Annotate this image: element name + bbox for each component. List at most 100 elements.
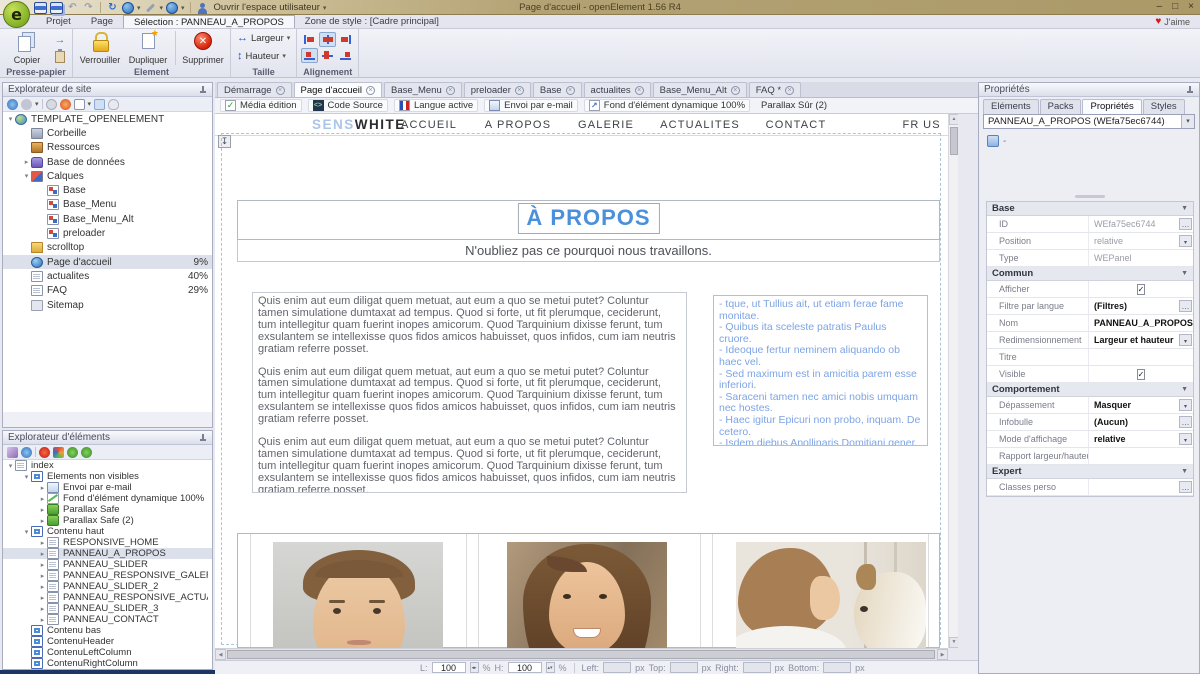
scroll-right-icon[interactable]: ▶	[937, 649, 948, 660]
collapse-arrow-icon[interactable]	[38, 561, 47, 569]
align-baseline-button[interactable]	[337, 48, 354, 63]
tree-item-panneau-slider[interactable]: PANNEAU_SLIDER	[3, 559, 212, 570]
tree-item-actualites[interactable]: actualites40%	[3, 269, 212, 283]
refresh-icon[interactable]	[7, 99, 18, 110]
bottom-input[interactable]	[823, 662, 851, 673]
element-selector-dropdown[interactable]: PANNEAU_A_PROPOS (WEfa75ec6744) ▾	[983, 114, 1195, 129]
tree-item-database[interactable]: Base de données	[3, 155, 212, 169]
collapse-arrow-icon[interactable]	[38, 484, 47, 492]
parallax-button[interactable]: Parallax Sûr (2)	[756, 99, 832, 112]
like-button[interactable]: ♥ J'aime	[1155, 16, 1190, 27]
tab-styles[interactable]: Styles	[1143, 99, 1185, 114]
tree-item-ressources[interactable]: Ressources	[3, 141, 212, 155]
editor-canvas[interactable]: SENSWHITE ACCUEIL A PROPOS GALERIE ACTUA…	[215, 114, 948, 648]
photo-portrait-man[interactable]	[273, 542, 443, 648]
subheading-row[interactable]: N'oubliez pas ce pourquoi nous travaillo…	[237, 240, 940, 262]
expand-arrow-icon[interactable]	[6, 462, 15, 470]
align-bottom-button[interactable]	[301, 48, 318, 63]
photo-woman-with-dog[interactable]	[736, 542, 926, 648]
collapse-arrow-icon[interactable]	[38, 594, 47, 602]
ellipsis-button[interactable]	[1179, 300, 1192, 312]
checkbox-checked[interactable]	[1137, 369, 1146, 380]
refresh-icon[interactable]: ↻	[106, 2, 119, 14]
horizontal-scroll-thumb[interactable]	[227, 650, 935, 659]
tree-item-panneau-responsive-galerie[interactable]: PANNEAU_RESPONSIVE_GALERIE	[3, 570, 212, 581]
doc-tab-base[interactable]: Base	[533, 82, 582, 97]
close-tab-icon[interactable]	[785, 86, 794, 95]
collapse-arrow-icon[interactable]	[38, 583, 47, 591]
heading-row[interactable]: À PROPOS	[237, 200, 940, 240]
doc-tab-preloader[interactable]: preloader	[464, 82, 531, 97]
delete-button[interactable]: ✕ Supprimer	[180, 30, 226, 66]
close-tab-icon[interactable]	[635, 86, 644, 95]
tree-item-base-menu[interactable]: Base_Menu	[3, 198, 212, 212]
nav-actualites[interactable]: ACTUALITES	[660, 119, 740, 131]
nav-contact[interactable]: CONTACT	[766, 119, 827, 131]
expand-arrow-icon[interactable]	[6, 115, 15, 123]
pages-icon[interactable]	[74, 99, 85, 110]
section-base[interactable]: Base▼	[987, 202, 1193, 216]
chevron-down-icon[interactable]: ▾	[1181, 115, 1194, 128]
collapse-arrow-icon[interactable]	[38, 506, 47, 514]
gear-icon[interactable]	[21, 99, 32, 110]
bullet-list-block[interactable]: - tque, ut Tullius ait, ut etiam ferae f…	[713, 295, 928, 446]
envoi-email-button[interactable]: Envoi par e-mail	[484, 99, 578, 112]
tree-item-fond-dynamique[interactable]: Fond d'élément dynamique 100%	[3, 493, 212, 504]
nav-accueil[interactable]: ACCUEIL	[401, 119, 457, 131]
tree-item-preloader[interactable]: preloader	[3, 226, 212, 240]
height-input[interactable]: 100	[508, 662, 542, 673]
align-right-button[interactable]	[337, 32, 354, 47]
style-icon[interactable]	[53, 447, 64, 458]
page-heading[interactable]: À PROPOS	[526, 205, 650, 231]
refresh-icon[interactable]	[21, 447, 32, 458]
chevron-down-icon[interactable]: ▾	[137, 4, 141, 12]
open-user-space-button[interactable]: Ouvrir l'espace utilisateur	[214, 2, 320, 13]
dropdown-button[interactable]	[1179, 334, 1192, 346]
photo-portrait-woman[interactable]	[507, 542, 667, 648]
chevron-down-icon[interactable]: ▾	[88, 100, 92, 108]
brand-logo[interactable]: SENSWHITE	[312, 117, 406, 132]
copy-properties-icon[interactable]	[987, 135, 999, 147]
checkbox-checked[interactable]	[1137, 284, 1146, 295]
duplicate-button[interactable]: Dupliquer	[125, 30, 171, 66]
user-icon[interactable]	[196, 2, 209, 14]
publish-icon[interactable]	[122, 2, 134, 14]
tree-item-panneau-slider-2[interactable]: PANNEAU_SLIDER_2	[3, 581, 212, 592]
height-spinner[interactable]: ▴▾	[546, 662, 555, 673]
lang-fr[interactable]: FR	[902, 119, 919, 131]
close-tab-icon[interactable]	[446, 86, 455, 95]
top-input[interactable]	[670, 662, 698, 673]
close-tab-icon[interactable]	[515, 86, 524, 95]
copy-button[interactable]: Copier	[4, 30, 50, 66]
tab-elements[interactable]: Eléments	[983, 99, 1039, 114]
dropdown-button[interactable]	[1179, 399, 1192, 411]
ellipsis-button[interactable]	[1179, 416, 1192, 428]
section-comportement[interactable]: Comportement▼	[987, 383, 1193, 397]
record-icon[interactable]	[46, 99, 57, 110]
tree-item-contenu-bas[interactable]: Contenu bas	[3, 625, 212, 636]
tree-item-parallax-safe-2[interactable]: Parallax Safe (2)	[3, 515, 212, 526]
close-tab-icon[interactable]	[276, 86, 285, 95]
align-center-button[interactable]	[319, 32, 336, 47]
wand-icon[interactable]	[7, 447, 18, 458]
pin-icon[interactable]	[199, 434, 207, 442]
vertical-scroll-thumb[interactable]	[950, 127, 958, 155]
tree-item-page-accueil[interactable]: Page d'accueil9%	[3, 255, 212, 269]
tree-item-base[interactable]: Base	[3, 183, 212, 197]
left-input[interactable]	[603, 662, 631, 673]
doc-tab-base-menu[interactable]: Base_Menu	[384, 82, 462, 97]
width-button[interactable]: ↔ Largeur ▾	[235, 30, 292, 46]
splitter-handle[interactable]	[1075, 195, 1105, 198]
doc-tab-actualites[interactable]: actualites	[584, 82, 651, 97]
cloud-icon[interactable]	[108, 99, 119, 110]
ellipsis-button[interactable]	[1179, 481, 1192, 493]
tab-proprietes[interactable]: Propriétés	[1082, 99, 1141, 114]
height-button[interactable]: ↕ Hauteur ▾	[235, 48, 288, 64]
tree-item-corbeille[interactable]: Corbeille	[3, 126, 212, 140]
right-input[interactable]	[743, 662, 771, 673]
media-edition-button[interactable]: Média édition	[220, 99, 302, 112]
tree-item-panneau-contact[interactable]: PANNEAU_CONTACT	[3, 614, 212, 625]
save-all-icon[interactable]	[50, 2, 63, 14]
tab-page[interactable]: Page	[81, 15, 123, 28]
tree-item-contenu-right-column[interactable]: ContenuRightColumn	[3, 658, 212, 669]
